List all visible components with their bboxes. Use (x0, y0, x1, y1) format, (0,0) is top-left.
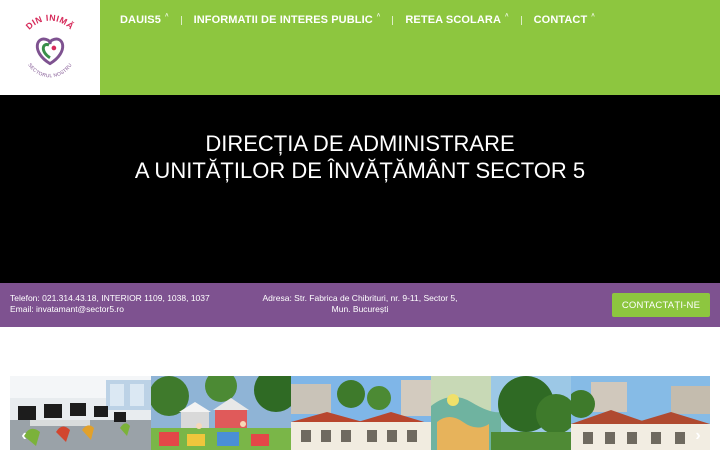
site-header: DIN INIMĂ SECTORUL NOSTRU DAUIS5 ˄ INFOR… (0, 0, 720, 95)
page: DIN INIMĂ SECTORUL NOSTRU DAUIS5 ˄ INFOR… (0, 0, 720, 450)
svg-text:DIN INIMĂ: DIN INIMĂ (24, 12, 76, 31)
contact-us-button[interactable]: CONTACTAȚI-NE (612, 293, 710, 317)
nav-divider (520, 15, 522, 25)
logo-top-text: DIN INIMĂ (24, 12, 76, 31)
nav-divider (180, 15, 182, 25)
painted-wall-photo[interactable] (431, 376, 571, 450)
hero-title-line-2: A UNITĂȚILOR DE ÎNVĂȚĂMÂNT SECTOR 5 (134, 158, 586, 183)
nav-item-label: INFORMATII DE INTERES PUBLIC (193, 14, 373, 26)
photo-carousel: ‹ › (10, 376, 710, 450)
nav-item-label: RETEA SCOLARA (405, 14, 502, 26)
nav-item-informatii[interactable]: INFORMATII DE INTERES PUBLIC ˄ (193, 13, 381, 26)
school-building-photo[interactable] (291, 376, 431, 450)
nav-item-label: CONTACT (533, 14, 588, 26)
address-line-1: Adresa: Str. Fabrica de Chibrituri, nr. … (262, 293, 458, 303)
chevron-up-icon: ˄ (164, 13, 169, 19)
nav-divider (392, 15, 394, 25)
chevron-up-icon: ˄ (376, 13, 381, 19)
chevron-up-icon: ˄ (505, 13, 509, 19)
phone-text: Telefon: 021.314.43.18, INTERIOR 1109, 1… (10, 293, 210, 303)
hero-banner: DIRECȚIA DE ADMINISTRARE A UNITĂȚILOR DE… (0, 95, 720, 283)
address-details: Adresa: Str. Fabrica de Chibrituri, nr. … (240, 293, 480, 315)
nav-item-retea-scolara[interactable]: RETEA SCOLARA ˄ (405, 13, 509, 26)
address-line-2: Mun. București (331, 304, 389, 314)
playground-photo[interactable] (151, 376, 291, 450)
email-text: Email: invatamant@sector5.ro (10, 304, 124, 314)
nav-item-contact[interactable]: CONTACT ˄ (533, 13, 595, 26)
nav-item-label: DAUIS5 (120, 14, 161, 26)
carousel-prev-icon[interactable]: ‹ (16, 426, 32, 446)
main-nav: DAUIS5 ˄ INFORMATII DE INTERES PUBLIC ˄ … (120, 12, 595, 28)
logo[interactable]: DIN INIMĂ SECTORUL NOSTRU (0, 0, 100, 95)
chevron-up-icon: ˄ (591, 13, 595, 19)
contact-details: Telefon: 021.314.43.18, INTERIOR 1109, 1… (10, 293, 210, 315)
din-inima-logo-icon: DIN INIMĂ SECTORUL NOSTRU (24, 12, 76, 79)
hero-title-line-1: DIRECȚIA DE ADMINISTRARE (205, 131, 515, 156)
info-bar: Telefon: 021.314.43.18, INTERIOR 1109, 1… (0, 283, 720, 327)
hero-title: DIRECȚIA DE ADMINISTRARE A UNITĂȚILOR DE… (0, 130, 720, 184)
carousel-next-icon[interactable]: › (690, 426, 706, 446)
nav-item-dauis5[interactable]: DAUIS5 ˄ (120, 13, 169, 26)
